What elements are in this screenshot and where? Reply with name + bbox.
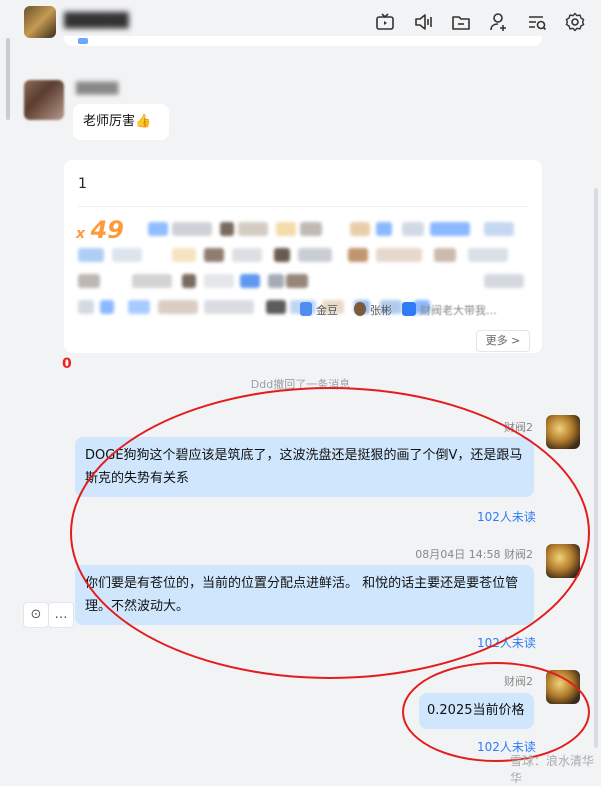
volume-icon[interactable] xyxy=(412,11,434,33)
reaction-count: x 49 xyxy=(76,216,125,244)
watermark: 雪球：浪水清华华 xyxy=(510,754,595,785)
reactor-name: 财阀老大带我… xyxy=(420,304,497,317)
sender-name: █████ xyxy=(76,82,119,95)
sender-avatar[interactable] xyxy=(24,80,64,120)
reaction-tool-icon[interactable]: ⊙ xyxy=(23,602,49,628)
settings-icon[interactable] xyxy=(564,11,586,33)
message-bubble[interactable]: 老师厉害👍 xyxy=(73,104,169,140)
previous-message-partial xyxy=(64,36,542,46)
reactor-name: 张彬 xyxy=(370,304,392,317)
group-title[interactable]: ██████ xyxy=(64,13,129,29)
tv-icon[interactable] xyxy=(374,11,396,33)
message-text: 老师厉害👍 xyxy=(83,114,152,129)
annotation-ring xyxy=(70,387,590,679)
reaction-card[interactable]: 1 x 49 金豆 张彬 财阀老大带我… 更多 > xyxy=(64,160,542,353)
add-user-icon[interactable] xyxy=(488,11,510,33)
group-avatar[interactable] xyxy=(24,6,56,38)
left-scrollbar[interactable] xyxy=(6,38,10,120)
search-list-icon[interactable] xyxy=(526,11,548,33)
annotation-ring xyxy=(402,662,590,762)
folder-icon[interactable] xyxy=(450,11,472,33)
divider xyxy=(78,206,528,207)
annotation-zero: 0 xyxy=(62,356,72,372)
more-tool-icon[interactable]: … xyxy=(48,602,74,628)
sender-avatar[interactable] xyxy=(546,415,580,449)
reactor-name: 金豆 xyxy=(316,304,338,317)
card-title: 1 xyxy=(78,176,87,192)
more-reactions-button[interactable]: 更多 > xyxy=(476,330,530,352)
chat-scrollbar[interactable] xyxy=(594,188,598,748)
